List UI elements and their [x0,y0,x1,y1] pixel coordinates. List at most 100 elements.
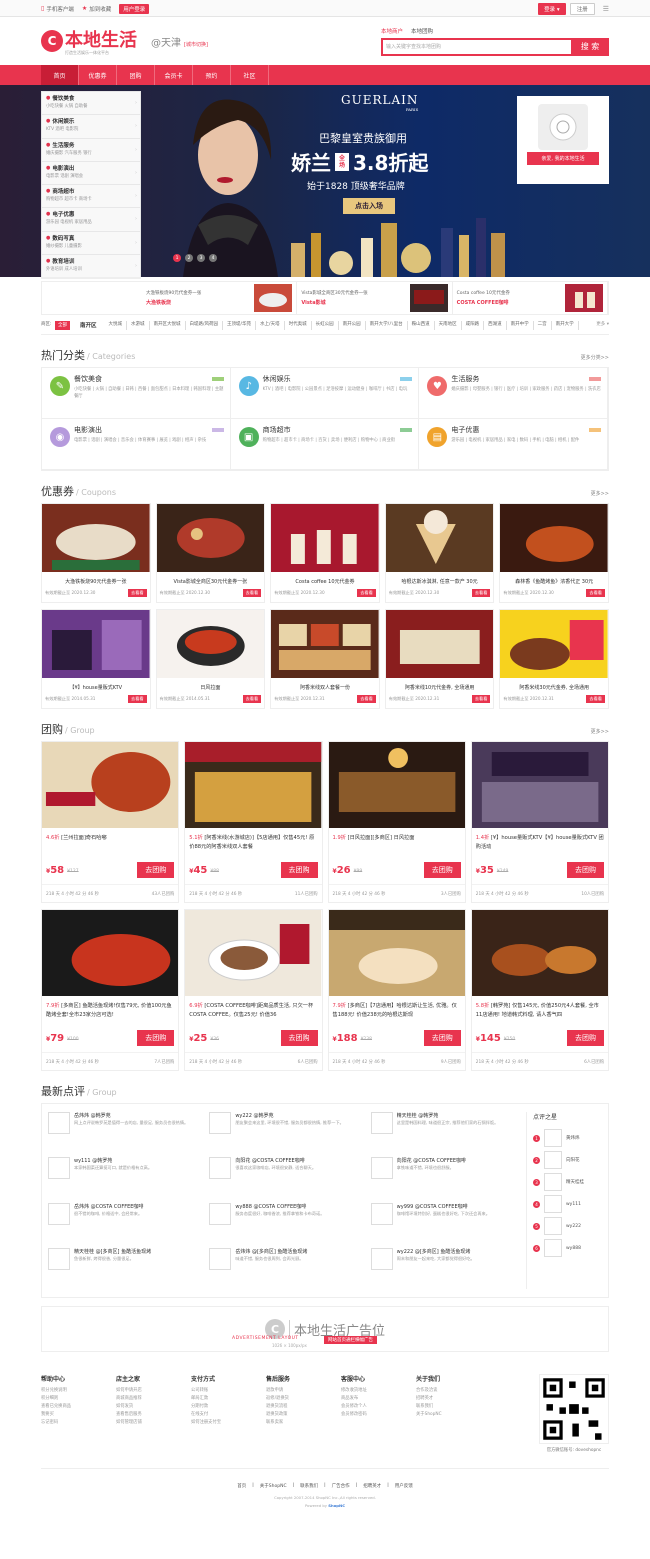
star-user[interactable]: 4 wy111 [533,1193,602,1215]
footer-nav-link[interactable]: 招聘英才 [363,1483,381,1489]
footer-link[interactable]: 查看已兑换商品 [41,1403,116,1411]
star-user[interactable]: 2 向阳花 [533,1149,602,1171]
area-link[interactable]: 天南地区 [435,321,462,330]
coupon-card[interactable]: 【¥】house量贩式KTV 有效期截止至 2014.05.31 去看看 [41,609,151,709]
avatar[interactable] [48,1112,70,1134]
coupon-view-button[interactable]: 去看看 [242,589,262,597]
coupon-card[interactable]: Vista影城全商区30元代金券一张 有效期截止至 2020.12.30 去看看 [155,503,266,603]
group-more-link[interactable]: 更多>> [591,728,609,735]
avatar[interactable] [370,1157,393,1180]
my-local-life-button[interactable]: 亲爱, 我的本地生活 [527,152,599,165]
group-buy-button[interactable]: 去团购 [567,1030,604,1046]
hot-more-link[interactable]: 更多分类>> [581,354,609,361]
city-selector[interactable]: @天津 [城市切换] [151,34,208,49]
footer-link[interactable]: 退换货流程 [266,1403,341,1411]
coupon-card[interactable]: 哈根达斯冰淇淋, 任意一款产 30元 有效期截止至 2020.12.30 去看看 [384,503,495,603]
promo-item[interactable]: Vista影城全商区30元代金券一张 Vista影城 [297,282,453,314]
nav-community[interactable]: 社区 [231,65,269,85]
coupon-view-button[interactable]: 去看看 [357,589,376,597]
group-buy-button[interactable]: 去团购 [137,862,175,878]
coupon-card[interactable]: 大渔铁板烧90元代金券一张 有效期截止至 2020.12.30 去看看 [41,503,151,603]
coupon-view-button[interactable]: 去看看 [357,695,376,703]
footer-link[interactable]: 招聘英才 [416,1395,491,1403]
favorite-link[interactable]: ★ 加到收藏 [82,5,111,13]
search-tab-group[interactable]: 本地团购 [411,27,433,35]
footer-link[interactable]: 修改收货地址 [341,1387,416,1395]
footer-link[interactable]: 如何发货 [116,1403,191,1411]
group-buy-button[interactable]: 去团购 [137,1030,175,1046]
banner-dot-4[interactable]: 4 [209,254,217,262]
area-link[interactable]: 鞍山西道 [408,321,435,330]
avatar[interactable] [48,1247,70,1270]
ad-banner[interactable]: C 本地生活广告位 ADVERTISEMENT LAYOUT 1026 × 10… [41,1306,609,1352]
area-link[interactable]: 南开公园 [339,321,366,330]
coupon-card[interactable]: 阿香米线30元代金券, 全场通用 有效期截止至 2020.12.31 去看看 [499,609,609,709]
area-link[interactable]: 咸阳路 [462,321,485,330]
avatar[interactable] [209,1112,232,1134]
footer-nav-link[interactable]: 联系我们 [300,1483,318,1489]
banner-dot-2[interactable]: 2 [185,254,193,262]
group-card[interactable]: 1.4折 [¥】house量贩式KTV【¥】house量贩式KTV 团购活动 ¥3… [470,741,609,903]
hot-category-movies[interactable]: ◉ 电影演出 电影票 | 话剧 | 演唱会 | 音乐会 | 体育赛事 | 展览 | … [42,419,231,470]
area-link[interactable]: 水上/天塔 [256,321,285,330]
nav-member-card[interactable]: 会员卡 [155,65,193,85]
banner-dot-1[interactable]: 1 [173,254,181,262]
group-card[interactable]: 5.8折 [韩罗苑] 仅售145元, 价值250元4人套餐, 全市11店通用! … [470,909,609,1071]
area-link[interactable]: 时代奥城 [285,321,312,330]
group-card[interactable]: 6.9折 [COSTA COFFEE咖啡]距离品质生活, 只欠一杯COSTA C… [184,909,323,1071]
group-card[interactable]: 1.9折 [日风拉面][多商区] 日风拉面 ¥26 ¥99 去团购 218 天 4 小时… [327,741,466,903]
group-buy-button[interactable]: 去团购 [567,862,604,878]
hero-banner[interactable]: GUERLAIN PARIS 巴黎皇室贵族御用 娇兰 全场 3.8折起 始于1828 … [0,85,650,280]
category-item-malls[interactable]: ● 商场超市 购物超市 超市卡 商场卡 › [42,185,140,209]
group-buy-button[interactable]: 去团购 [280,1030,318,1046]
group-buy-button[interactable]: 去团购 [423,1030,461,1046]
banner-cta-button[interactable]: 点击入场 [343,198,395,214]
footer-nav-link[interactable]: 首页 [237,1483,246,1489]
footer-link[interactable]: 会员修改密码 [341,1411,416,1419]
footer-link[interactable]: 退款申请 [266,1387,341,1395]
search-button[interactable]: 搜 索 [571,37,609,56]
category-item-education[interactable]: ● 教育培训 外语培训 成人培训 › [42,255,140,279]
group-card[interactable]: 7.9折 [多商区]【7店通用】哈根达斯让生活, 优雅。仅售188元! 价值23… [327,909,466,1071]
coupon-view-button[interactable]: 去看看 [586,589,605,597]
footer-link[interactable]: 邮局汇款 [191,1395,266,1403]
register-button[interactable]: 注册 [569,2,595,15]
group-card[interactable]: 5.1折 [阿香米线(水游城店)]【5店通用】仅售45元! 原价88元的阿香米线… [184,741,323,903]
avatar[interactable] [209,1247,232,1270]
nav-coupons[interactable]: 优惠券 [79,65,117,85]
footer-link[interactable]: 忘记密码 [41,1419,116,1427]
footer-link[interactable]: 会员修改个人 [341,1403,416,1411]
star-user[interactable]: 3 精天桂桂 [533,1171,602,1193]
area-link[interactable]: 大悦城 [105,321,128,330]
coupon-view-button[interactable]: 去看看 [128,589,147,597]
area-link[interactable]: 南开中学 [507,321,534,330]
footer-link[interactable]: 查看售后服务 [116,1411,191,1419]
login-button[interactable]: 登录 ▾ [538,2,566,15]
category-item-leisure[interactable]: ● 休闲娱乐 KTV 酒吧 电影院 › [42,115,140,139]
footer-nav-link[interactable]: 用户反馈 [395,1483,413,1489]
group-card[interactable]: 4.6折 [兰州拉面]奇石哈嘟 ¥58 ¥127 去团购 218 天 4 小时 42 分… [41,741,180,903]
avatar[interactable] [48,1157,70,1180]
coupon-card[interactable]: 森林香《鱼酷烤鱼》浓香代正 30元 有效期截止至 2020.12.30 去看看 [499,503,609,603]
hot-category-electronics[interactable]: ▤ 电子优惠 游乐园 | 电视机 | 家居用品 | 家电 | 数码 | 手机 | 电… [419,419,608,470]
area-link[interactable]: 王顶堤/华苑 [223,321,257,330]
coupon-card[interactable]: 日风拉面 有效期截止至 2014.05.31 去看看 [155,609,266,709]
promo-item[interactable]: 大渔铁板烧90元代金券一张 大渔铁板烧 [142,282,298,314]
star-user[interactable]: 6 wy888 [533,1237,602,1259]
footer-link[interactable]: 积分细则 [41,1395,116,1403]
category-item-food[interactable]: ● 餐饮美食 小吃快餐 火锅 自助餐 › [42,92,140,116]
footer-link[interactable]: 如何申请开店 [116,1387,191,1395]
coupon-view-button[interactable]: 去看看 [471,589,491,597]
hot-category-malls[interactable]: ▣ 商场超市 购物超市 | 超市卡 | 商场卡 | 百货 | 卖场 | 便利店 | … [230,419,420,470]
footer-link[interactable]: 退换货政策 [266,1411,341,1419]
coupon-view-button[interactable]: 去看看 [128,695,147,703]
star-user[interactable]: 5 wy222 [533,1215,602,1237]
avatar[interactable] [370,1202,393,1225]
category-item-movies[interactable]: ● 电影演出 电影票 话剧 演唱会 › [42,162,140,186]
area-link[interactable]: 二宫 [534,321,552,330]
hot-category-leisure[interactable]: ♪ 休闲娱乐 KTV | 酒吧 | 电影院 | 公园景点 | 足浴按摩 | 运动健身… [230,368,420,419]
group-card[interactable]: 7.9折 [多商区] 鱼酷活鱼现烤!仅售79元, 价值100元鱼酷烤全套!全市2… [41,909,180,1071]
footer-link[interactable]: 联系卖家 [266,1419,341,1427]
promo-item[interactable]: Costa coffee 10元代金券 COSTA COFFEE咖啡 [453,282,608,314]
area-all-button[interactable]: 全部 [55,321,70,330]
